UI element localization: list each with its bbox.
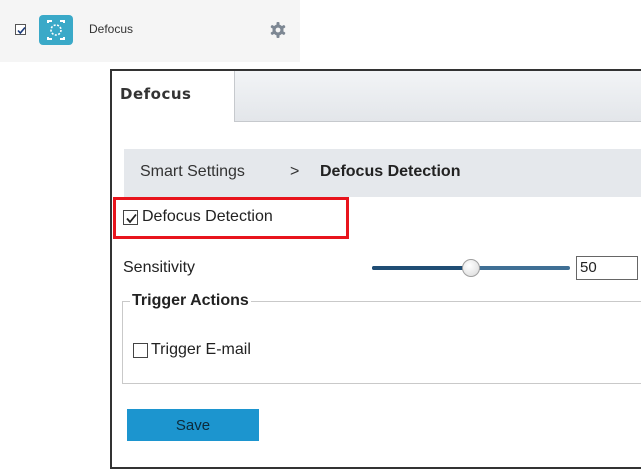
sensitivity-label: Sensitivity	[123, 259, 196, 276]
checkmark-icon	[17, 26, 26, 35]
trigger-actions-title: Trigger Actions	[130, 292, 251, 310]
breadcrumb: Smart Settings > Defocus Detection	[124, 149, 641, 197]
defocus-detection-label: Defocus Detection	[142, 208, 273, 225]
save-button[interactable]: Save	[127, 409, 259, 441]
slider-fill	[372, 266, 471, 270]
breadcrumb-separator: >	[290, 163, 300, 180]
sensitivity-value-input[interactable]: 50	[576, 256, 638, 280]
checkmark-icon	[126, 213, 137, 224]
trigger-email-checkbox[interactable]	[133, 343, 148, 358]
feature-row: Defocus	[0, 0, 300, 62]
gear-icon[interactable]	[268, 20, 288, 40]
feature-label: Defocus	[89, 22, 134, 36]
breadcrumb-current: Defocus Detection	[320, 163, 461, 180]
slider-handle[interactable]	[462, 259, 480, 277]
tab-label: Defocus	[120, 85, 192, 103]
tab-defocus[interactable]: Defocus	[112, 71, 235, 122]
defocus-camera-icon	[39, 15, 73, 45]
defocus-detection-checkbox[interactable]	[123, 210, 138, 225]
trigger-email-label: Trigger E-mail	[151, 341, 251, 358]
breadcrumb-parent[interactable]: Smart Settings	[140, 163, 245, 181]
tab-bar: Defocus	[112, 71, 641, 122]
feature-enable-checkbox[interactable]	[15, 24, 26, 35]
